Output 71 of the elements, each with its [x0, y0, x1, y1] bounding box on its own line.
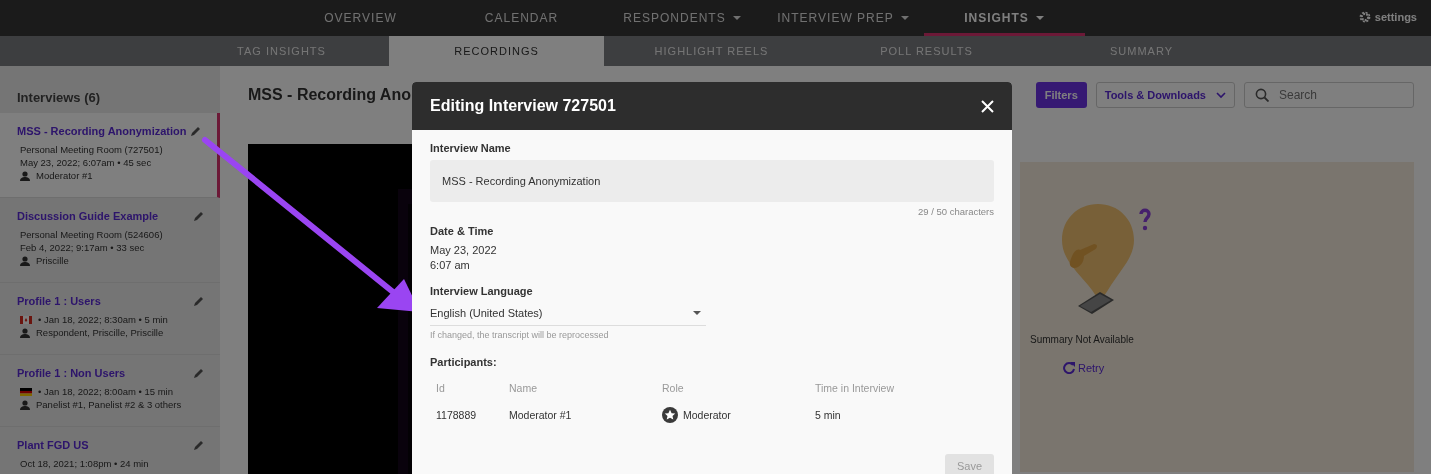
interview-list-item[interactable]: Profile 1 : Users • Jan 18, 2022; 8:30am • 5 min Respondent, Priscille, Priscille: [0, 283, 220, 355]
interview-list-item[interactable]: Profile 1 : Non Users • Jan 18, 2022; 8:00am • 15 min Panelist #1, Panelist #2 & 3 others: [0, 355, 220, 427]
date-text: May 23, 2022: [430, 243, 498, 258]
interview-detail: Respondent, Priscille, Priscille: [36, 326, 164, 339]
field-hint: If changed, the transcript will be reprocessed: [430, 330, 610, 340]
interview-title: Discussion Guide Example: [17, 210, 159, 222]
sub-tab[interactable]: RECORDINGS: [389, 36, 604, 66]
table-cell-text: Moderator #1: [509, 408, 573, 423]
interview-detail: • Jan 18, 2022; 8:30am • 5 min: [38, 313, 168, 326]
chevron-icon: [1216, 91, 1226, 99]
nav-tab[interactable]: INTERVIEW PREP: [763, 0, 924, 36]
interview-detail: Priscille: [36, 254, 69, 267]
close-button[interactable]: [981, 99, 994, 113]
column-header: Id: [436, 381, 446, 396]
interview-name-field[interactable]: MSS - Recording Anonymization: [430, 160, 994, 202]
interview-title: Profile 1 : Non Users: [17, 367, 126, 379]
interview-detail: Panelist #1, Panelist #2 & 3 others: [36, 398, 182, 411]
interview-detail: May 23, 2022; 6:07am • 45 sec: [20, 156, 152, 169]
retry-button[interactable]: Retry: [1062, 361, 1105, 374]
tools-downloads-button[interactable]: Tools & Downloads: [1095, 82, 1235, 108]
table-cell-text: 5 min: [815, 408, 842, 423]
time-text: 6:07 am: [430, 258, 471, 273]
language-dropdown[interactable]: English (United States): [430, 303, 706, 326]
field-label: Interview Name: [430, 142, 512, 154]
flag-icon: [20, 315, 32, 324]
close-icon: [981, 99, 994, 113]
sidebar-heading: Interviews (6): [16, 89, 102, 107]
person-icon: [20, 170, 30, 181]
field-label: Interview Language: [430, 285, 534, 297]
pencil-icon: [190, 125, 201, 137]
dialog-title: Editing Interview 727501: [430, 97, 616, 115]
interview-detail: Feb 4, 2022; 9:17am • 33 sec: [20, 241, 145, 254]
interview-detail: • Jan 18, 2022; 8:00am • 15 min: [38, 385, 173, 398]
nav-tab[interactable]: CALENDAR: [441, 0, 602, 36]
pencil-icon: [193, 439, 204, 451]
nav-tab[interactable]: RESPONDENTS: [602, 0, 763, 36]
pencil-icon: [193, 367, 204, 379]
table-cell: Moderator: [683, 409, 731, 421]
interview-detail: Personal Meeting Room (727501): [20, 143, 163, 156]
interview-detail: Oct 18, 2021; 1:08pm • 24 min: [20, 457, 149, 470]
column-header: Role: [662, 381, 685, 396]
interview-list-item[interactable]: Plant FGD US Oct 18, 2021; 1:08pm • 24 min: [0, 427, 220, 474]
star-icon: [662, 407, 678, 423]
filters-button[interactable]: Filters: [1035, 82, 1087, 108]
interview-detail: Personal Meeting Room (524606): [20, 228, 163, 241]
settings-link[interactable]: settings: [1358, 11, 1417, 23]
interview-list-item[interactable]: Discussion Guide Example Personal Meeting Room (524606) Feb 4, 2022; 9:17am • 33 sec Priscille: [0, 198, 220, 283]
table-cell-text: 1178889: [436, 408, 478, 423]
pencil-icon: [193, 295, 204, 307]
interview-list-item[interactable]: MSS - Recording Anonymization Personal Meeting Room (727501) May 23, 2022; 6:07am • 45 sec Moderator #1: [0, 113, 220, 198]
summary-message: Summary Not Available: [1030, 334, 1134, 345]
refresh-icon: [1062, 361, 1075, 374]
search-field[interactable]: Search: [1244, 82, 1414, 108]
interview-title: Plant FGD US: [17, 439, 89, 451]
interview-title: Profile 1 : Users: [17, 295, 101, 307]
field-label: Date & Time: [430, 225, 495, 237]
person-icon: [20, 399, 30, 410]
gear-icon: [1358, 11, 1371, 23]
caret-icon: [692, 309, 702, 317]
character-counter: 29 / 50 characters: [917, 206, 994, 217]
person-icon: [20, 255, 30, 266]
column-header: Time in Interview: [815, 381, 895, 396]
person-icon: [20, 327, 30, 338]
interview-title: MSS - Recording Anonymization: [17, 125, 187, 137]
column-header: Name: [509, 381, 538, 396]
nav-tab[interactable]: OVERVIEW: [280, 0, 441, 36]
flag-icon: [20, 387, 32, 396]
field-label: Participants:: [430, 356, 498, 368]
interview-detail: Moderator #1: [36, 169, 93, 182]
pencil-icon: [193, 210, 204, 222]
recording-title: MSS - Recording Ano: [248, 86, 412, 104]
